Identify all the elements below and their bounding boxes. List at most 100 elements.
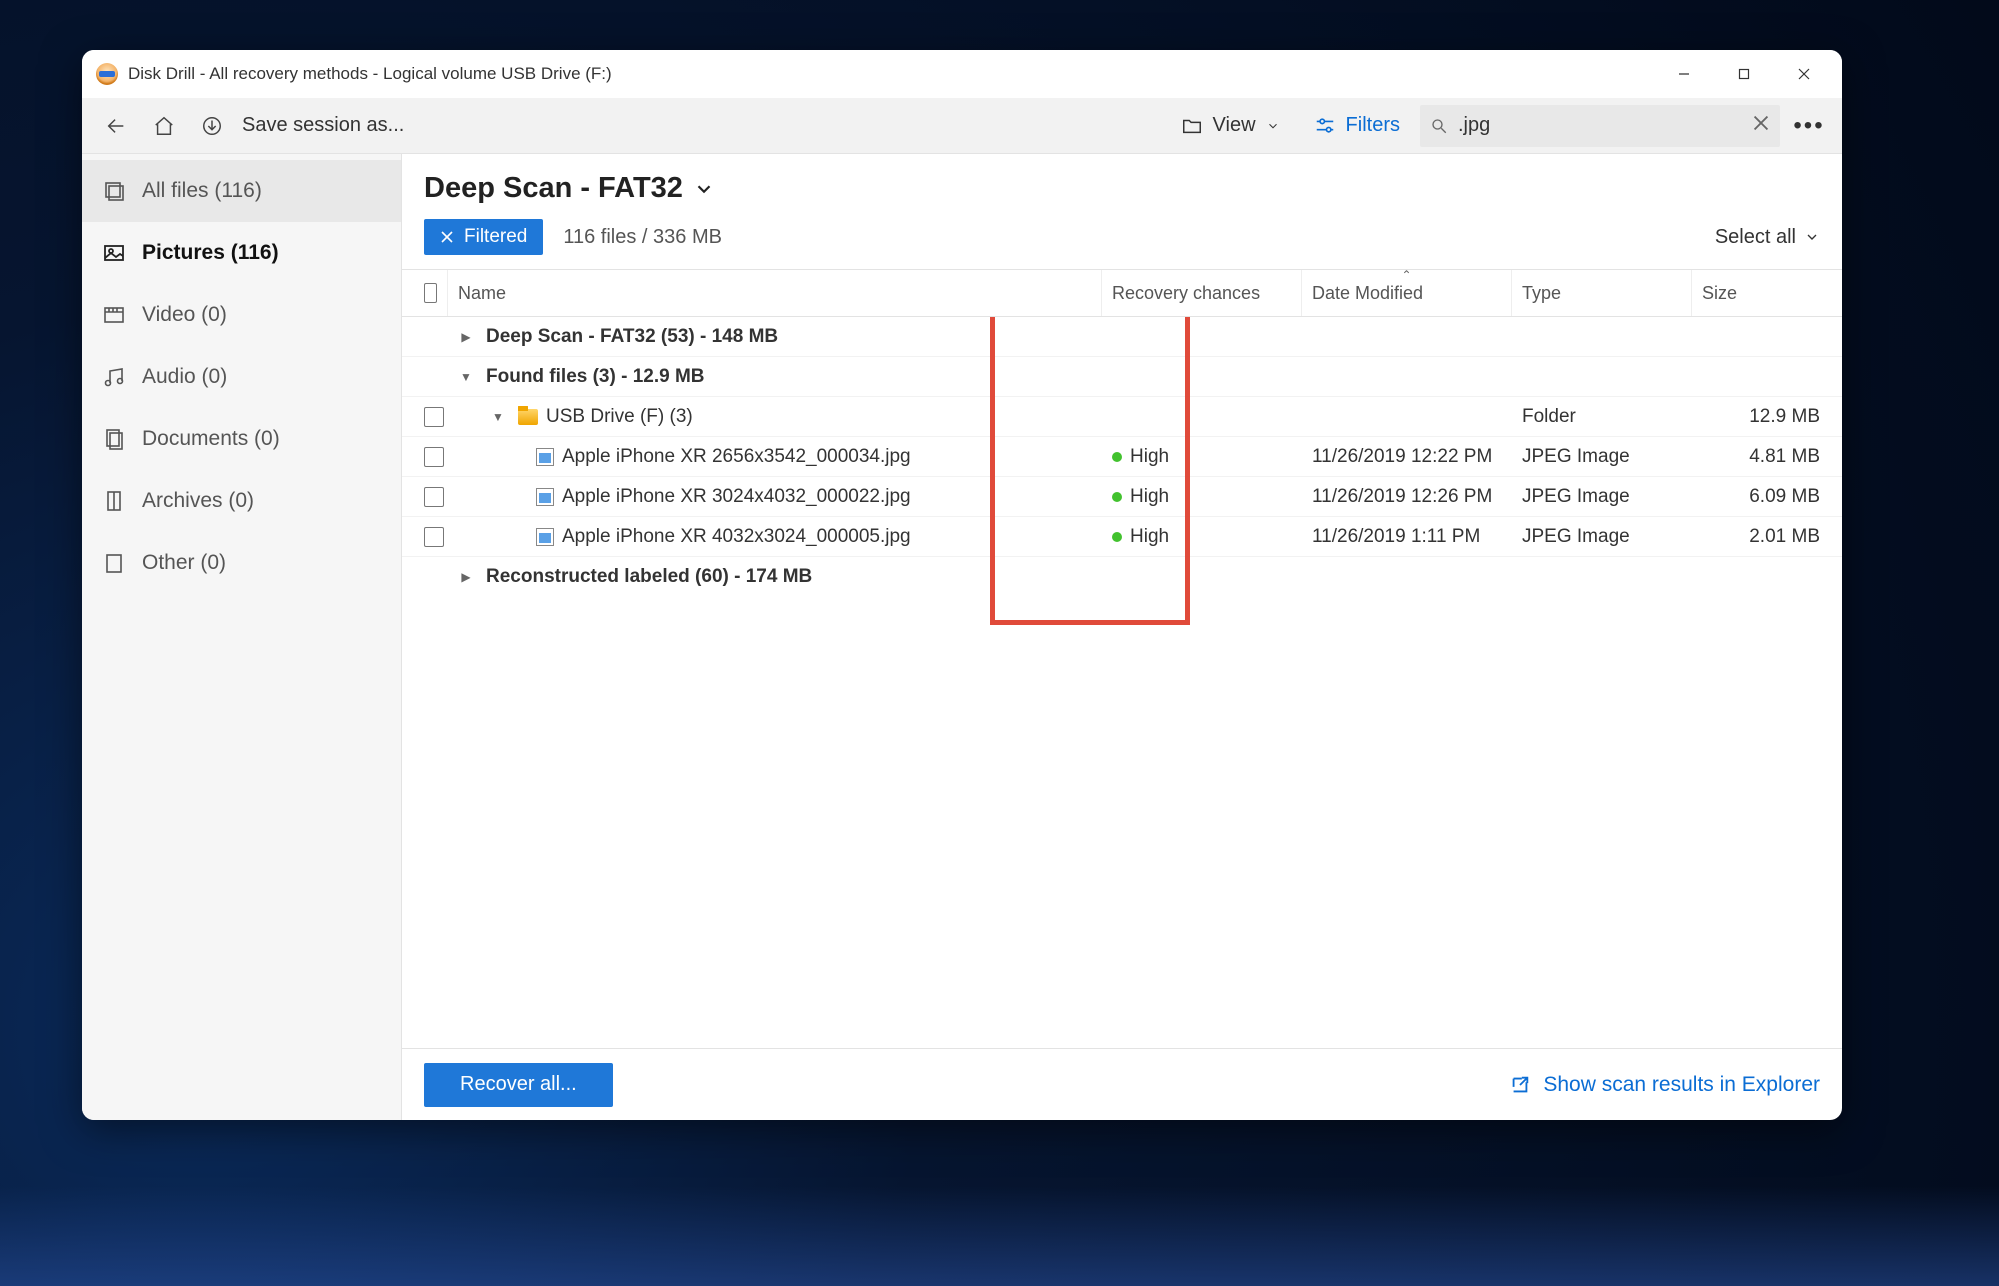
folder-size: 12.9 MB [1692,406,1842,428]
row-checkbox[interactable] [424,407,444,427]
documents-icon [102,427,126,451]
view-label: View [1213,114,1256,137]
sidebar-item-label: Archives (0) [142,489,254,513]
row-checkbox[interactable] [424,447,444,467]
file-date: 11/26/2019 1:11 PM [1302,526,1512,548]
sidebar-item-archives[interactable]: Archives (0) [82,470,401,532]
col-name[interactable]: Name [448,270,1102,316]
file-row[interactable]: Apple iPhone XR 4032x3024_000005.jpg Hig… [402,517,1842,557]
sidebar-item-pictures[interactable]: Pictures (116) [82,222,401,284]
col-size[interactable]: Size [1692,270,1842,316]
col-recovery[interactable]: Recovery chances [1102,270,1302,316]
recovery-chance: High [1130,526,1169,547]
group-row[interactable]: Deep Scan - FAT32 (53) - 148 MB [402,317,1842,357]
sidebar-item-audio[interactable]: Audio (0) [82,346,401,408]
folder-row[interactable]: USB Drive (F) (3) Folder 12.9 MB [402,397,1842,437]
sort-indicator-icon: ⌃ [1401,268,1411,282]
sidebar-item-video[interactable]: Video (0) [82,284,401,346]
collapse-icon[interactable] [458,370,474,384]
file-row[interactable]: Apple iPhone XR 3024x4032_000022.jpg Hig… [402,477,1842,517]
app-window: Disk Drill - All recovery methods - Logi… [82,50,1842,1120]
pictures-icon [102,241,126,265]
window-controls [1654,50,1834,98]
expand-icon[interactable] [458,570,474,584]
table-body: Deep Scan - FAT32 (53) - 148 MB Found fi… [402,317,1842,1048]
file-size: 4.81 MB [1692,446,1842,468]
sidebar-item-label: Documents (0) [142,427,280,451]
sidebar: All files (116) Pictures (116) Video (0)… [82,154,402,1120]
home-button[interactable] [140,102,188,150]
folder-type: Folder [1512,406,1692,428]
minimize-button[interactable] [1654,50,1714,98]
folder-name: USB Drive (F) (3) [546,406,693,428]
file-type: JPEG Image [1512,446,1692,468]
expand-icon[interactable] [458,330,474,344]
show-in-explorer-link[interactable]: Show scan results in Explorer [1509,1073,1820,1097]
group-row[interactable]: Found files (3) - 12.9 MB [402,357,1842,397]
row-checkbox[interactable] [424,527,444,547]
file-name: Apple iPhone XR 2656x3542_000034.jpg [562,446,911,468]
col-modified[interactable]: ⌃Date Modified [1302,270,1512,316]
image-file-icon [536,528,554,546]
scan-title-dropdown[interactable]: Deep Scan - FAT32 [424,172,1820,205]
group-label: Found files (3) - 12.9 MB [486,366,705,388]
explorer-label: Show scan results in Explorer [1543,1073,1820,1097]
group-label: Deep Scan - FAT32 (53) - 148 MB [486,326,778,348]
sidebar-item-allfiles[interactable]: All files (116) [82,160,401,222]
save-session-button[interactable]: Save session as... [242,114,404,137]
filters-button[interactable]: Filters [1300,106,1414,146]
sidebar-item-label: Video (0) [142,303,227,327]
filtered-label: Filtered [464,226,527,248]
video-icon [102,303,126,327]
footer: Recover all... Show scan results in Expl… [402,1048,1842,1120]
status-dot-icon [1112,492,1122,502]
archives-icon [102,489,126,513]
sliders-icon [1314,115,1336,137]
filters-label: Filters [1346,114,1400,137]
search-box[interactable] [1420,105,1780,147]
sidebar-item-other[interactable]: Other (0) [82,532,401,594]
titlebar: Disk Drill - All recovery methods - Logi… [82,50,1842,98]
group-row[interactable]: Reconstructed labeled (60) - 174 MB [402,557,1842,597]
select-all-label: Select all [1715,226,1796,249]
folder-icon [518,409,538,425]
col-type[interactable]: Type [1512,270,1692,316]
maximize-button[interactable] [1714,50,1774,98]
recovery-chance: High [1130,486,1169,507]
app-icon [96,63,118,85]
sidebar-item-label: Audio (0) [142,365,227,389]
search-input[interactable] [1458,114,1742,137]
view-button[interactable]: View [1167,106,1294,146]
status-dot-icon [1112,452,1122,462]
search-icon [1430,117,1448,135]
chevron-down-icon [693,178,715,200]
other-icon [102,551,126,575]
download-button[interactable] [188,102,236,150]
file-row[interactable]: Apple iPhone XR 2656x3542_000034.jpg Hig… [402,437,1842,477]
close-icon [440,230,454,244]
file-name: Apple iPhone XR 3024x4032_000022.jpg [562,486,911,508]
chevron-down-icon [1266,119,1280,133]
file-type: JPEG Image [1512,526,1692,548]
filtered-chip[interactable]: Filtered [424,219,543,255]
scan-title: Deep Scan - FAT32 [424,172,683,205]
row-checkbox[interactable] [424,487,444,507]
select-all-checkbox[interactable] [424,283,437,303]
clear-search-button[interactable] [1752,114,1770,137]
status-dot-icon [1112,532,1122,542]
back-button[interactable] [92,102,140,150]
folder-icon [1181,115,1203,137]
select-all-button[interactable]: Select all [1715,226,1820,249]
image-file-icon [536,448,554,466]
recover-all-button[interactable]: Recover all... [424,1063,613,1107]
stack-icon [102,179,126,203]
open-external-icon [1509,1074,1531,1096]
sidebar-item-documents[interactable]: Documents (0) [82,408,401,470]
sidebar-item-label: Pictures (116) [142,241,279,265]
more-button[interactable]: ••• [1786,112,1832,140]
toolbar: Save session as... View Filters [82,98,1842,154]
main-panel: Deep Scan - FAT32 Filtered 116 files / 3… [402,154,1842,1120]
close-button[interactable] [1774,50,1834,98]
window-title: Disk Drill - All recovery methods - Logi… [128,64,612,84]
collapse-icon[interactable] [490,410,506,424]
